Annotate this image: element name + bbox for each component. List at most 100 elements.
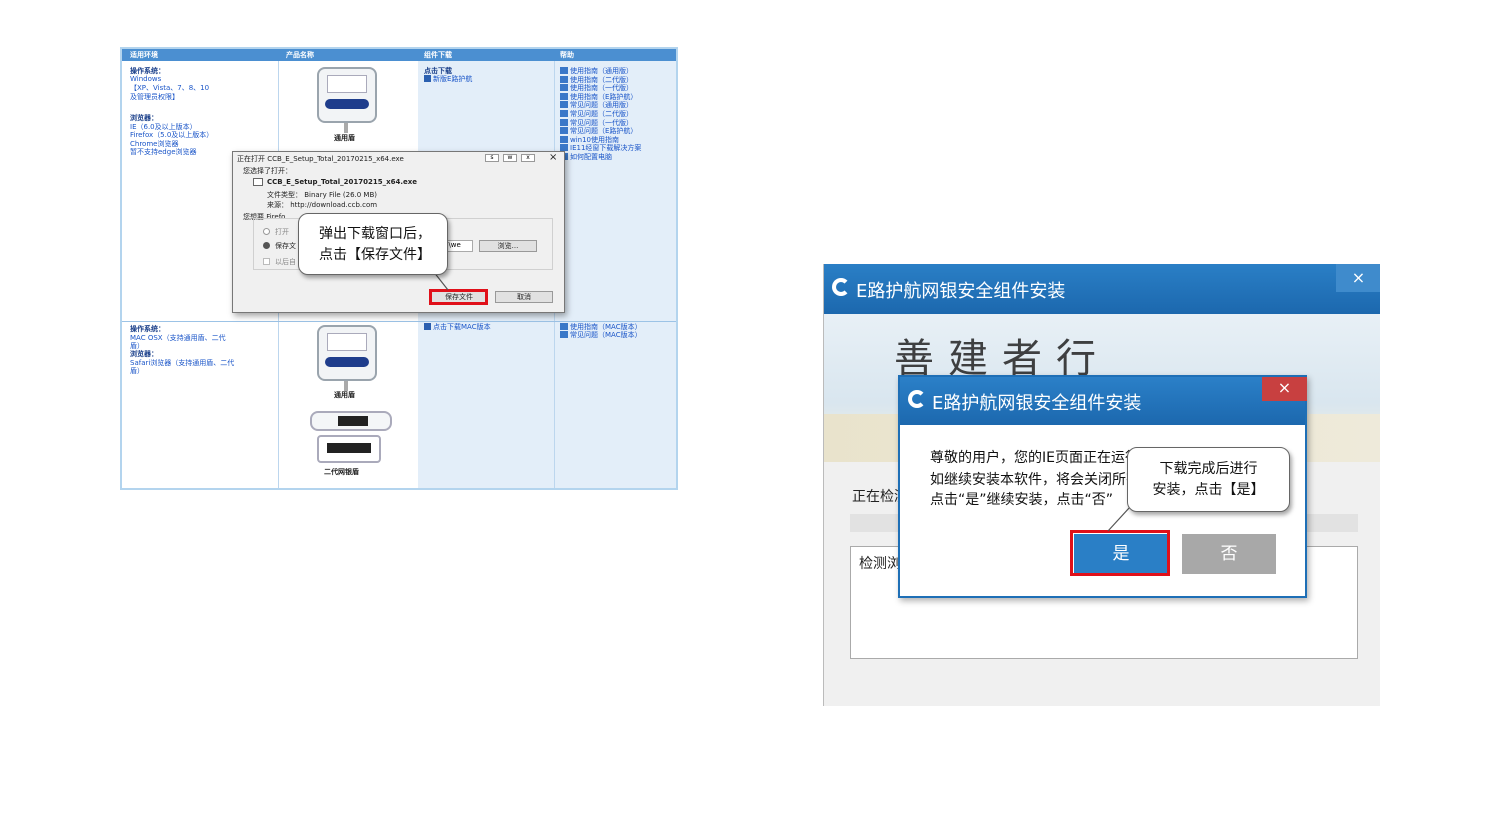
- filename: CCB_E_Setup_Total_20170215_x64.exe: [267, 178, 418, 186]
- installer-title-bar: E路护航网银安全组件安装 ×: [824, 264, 1380, 314]
- callout-line: 弹出下载窗口后，: [319, 226, 431, 242]
- os-label: 操作系统：: [130, 325, 165, 333]
- download-link[interactable]: 新版E路护航: [424, 75, 472, 84]
- help-link-label: 使用指南（通用版）: [570, 67, 633, 75]
- help-link[interactable]: 使用指南（二代版）: [560, 75, 633, 85]
- download-link-label: 新版E路护航: [433, 75, 473, 83]
- second-gen-device-image: [317, 435, 381, 463]
- help-link[interactable]: 使用指南（通用版）: [560, 67, 633, 76]
- callout-line: 点击【保存文件】: [319, 247, 431, 263]
- help-link-label: 常见问题（MAC版本）: [570, 331, 642, 339]
- confirm-title-bar: E路护航网银安全组件安装 ×: [900, 377, 1307, 425]
- row-divider: [122, 321, 676, 322]
- header-help: 帮助: [560, 51, 574, 59]
- message-line: 点击“是”继续安装，点击“否”: [930, 492, 1114, 508]
- header-download: 组件下载: [424, 51, 452, 59]
- message-line: 尊敬的用户，您的IE页面正在运行: [930, 450, 1139, 466]
- document-icon: [560, 75, 568, 83]
- document-icon: [560, 101, 568, 109]
- callout-line: 下载完成后进行: [1159, 461, 1258, 477]
- document-icon: [560, 110, 568, 117]
- help-link[interactable]: 使用指南（一代版）: [560, 84, 633, 93]
- os-line: Windows: [130, 75, 162, 83]
- browser-line: 暂不支持edge浏览器: [130, 148, 197, 156]
- restore-button[interactable]: x: [521, 154, 535, 162]
- option-auto-label: 以后自: [275, 258, 296, 266]
- browser-line: Safari浏览器（支持通用盾、二代: [130, 359, 235, 367]
- download-icon: [424, 75, 431, 82]
- help-link-label: 使用指南（E路护航）: [570, 92, 638, 101]
- help-link-label: 使用指南（二代版）: [570, 75, 633, 84]
- option-open-label: 打开: [275, 228, 289, 236]
- mac-download-link[interactable]: 点击下载MAC版本: [424, 323, 491, 332]
- second-gen-device-image: [310, 411, 392, 431]
- help-link[interactable]: 常见问题（E路护航）: [560, 127, 637, 136]
- document-icon: [560, 323, 568, 330]
- help-link-label: 使用指南（一代版）: [570, 84, 633, 93]
- header-environment: 适用环境: [130, 51, 158, 59]
- close-icon[interactable]: ×: [1336, 264, 1380, 292]
- minimize-button[interactable]: s: [485, 154, 499, 162]
- dialog-title: 正在打开 CCB_E_Setup_Total_20170215_x64.exe: [237, 155, 404, 163]
- callout-yes-hint: 下载完成后进行 安装，点击【是】: [1127, 447, 1290, 512]
- browser-line: 盾）: [130, 367, 144, 375]
- browser-label: 浏览器：: [130, 350, 158, 358]
- help-link-label: IE11经窗下载解决方案: [570, 144, 642, 153]
- cancel-button[interactable]: 取消: [495, 291, 553, 303]
- option-save-label: 保存文: [275, 242, 296, 250]
- usb-key-device-image: [317, 325, 377, 381]
- download-icon: [424, 323, 431, 330]
- help-link[interactable]: IE11经窗下载解决方案: [560, 144, 641, 153]
- log-text: 检测浏: [859, 556, 901, 572]
- os-line: 及管理员权限】: [130, 93, 179, 101]
- help-link-label: 常见问题（二代版）: [570, 110, 633, 118]
- document-icon: [560, 84, 568, 92]
- help-link[interactable]: 常见问题（一代版）: [560, 118, 633, 128]
- product-name: 二代网银盾: [324, 468, 359, 476]
- mac-download-link-label: 点击下载MAC版本: [433, 323, 491, 331]
- help-link-label: 常见问题（E路护航）: [570, 127, 638, 136]
- help-link[interactable]: 常见问题（通用版）: [560, 101, 633, 110]
- no-button[interactable]: 否: [1182, 534, 1276, 574]
- document-icon: [560, 67, 568, 74]
- file-icon: [253, 178, 263, 186]
- auto-checkbox[interactable]: [263, 258, 270, 265]
- browse-button[interactable]: 浏览...: [479, 240, 537, 252]
- browser-line: Firefox（5.0及以上版本）: [130, 131, 214, 139]
- help-link-label: 常见问题（一代版）: [570, 118, 633, 127]
- help-link[interactable]: 常见问题（MAC版本）: [560, 331, 642, 340]
- help-link[interactable]: 如何配置电脑: [560, 153, 612, 162]
- usb-key-device-image: [317, 67, 377, 123]
- header-product: 产品名称: [286, 51, 314, 59]
- help-link-label: win10使用指南: [570, 135, 620, 144]
- file-type: 文件类型： Binary File (26.0 MB): [267, 191, 377, 199]
- chosen-label: 您选择了打开：: [243, 167, 292, 175]
- message-line: 如继续安装本软件，将会关闭所有: [930, 472, 1140, 488]
- maximize-button[interactable]: w: [503, 154, 517, 162]
- radio-save[interactable]: [263, 242, 270, 249]
- browser-label: 浏览器：: [130, 114, 158, 122]
- confirm-title: E路护航网银安全组件安装: [932, 393, 1142, 414]
- product-name: 通用盾: [334, 391, 355, 399]
- document-icon: [560, 331, 568, 338]
- table-header: 适用环境 产品名称 组件下载 帮助: [122, 49, 676, 61]
- yes-highlight: [1070, 530, 1170, 576]
- os-line: 【XP、Vista、7、8、10: [130, 84, 210, 92]
- help-link-label: 如何配置电脑: [570, 153, 612, 161]
- file-source: 来源： http://download.ccb.com: [267, 201, 378, 209]
- close-icon[interactable]: ×: [549, 152, 557, 163]
- usb-connector: [344, 123, 348, 133]
- close-icon[interactable]: ×: [1262, 377, 1307, 401]
- help-link[interactable]: 常见问题（二代版）: [560, 110, 633, 119]
- os-line: MAC OSX（支持通用盾、二代: [130, 334, 226, 342]
- ccb-logo-icon: [908, 390, 926, 408]
- callout-line: 安装，点击【是】: [1152, 482, 1265, 498]
- help-link-label: 使用指南（MAC版本）: [570, 323, 642, 331]
- document-icon: [560, 135, 568, 143]
- ccb-logo-icon: [832, 278, 850, 296]
- callout-save-hint: 弹出下载窗口后， 点击【保存文件】: [298, 213, 448, 275]
- radio-open[interactable]: [263, 228, 270, 235]
- document-icon: [560, 127, 568, 135]
- installer-title: E路护航网银安全组件安装: [856, 281, 1066, 302]
- help-link-label: 常见问题（通用版）: [570, 101, 633, 110]
